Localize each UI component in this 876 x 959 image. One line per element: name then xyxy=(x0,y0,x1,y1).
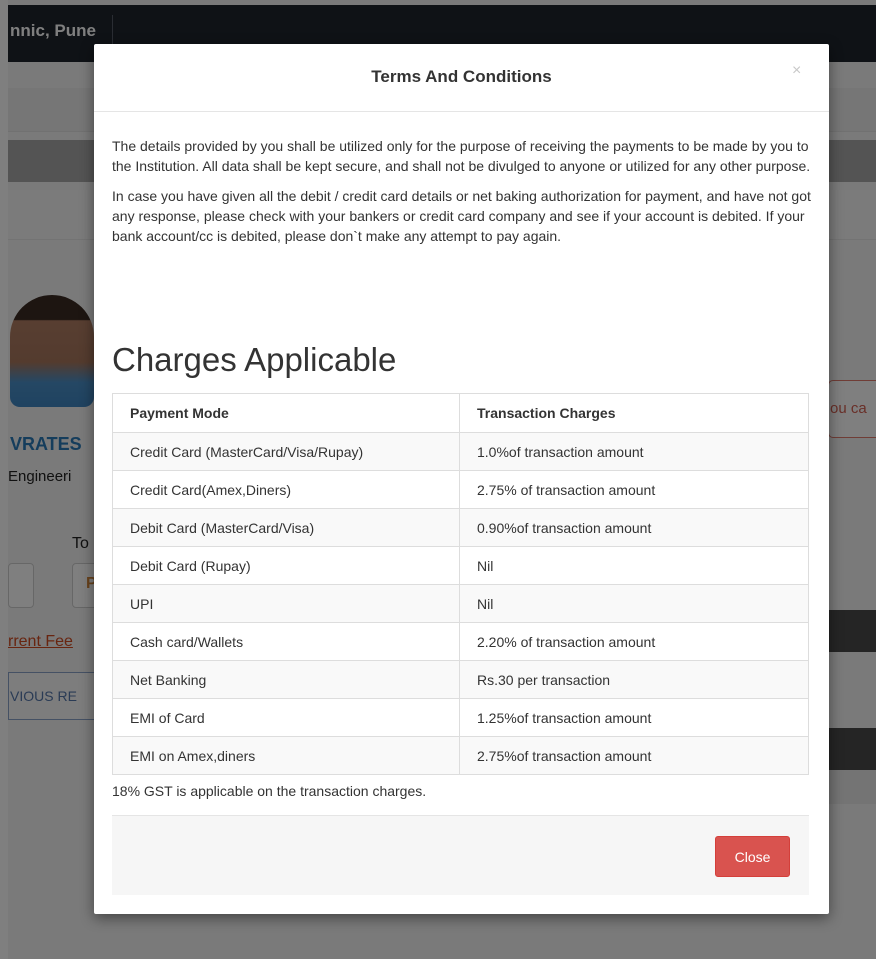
transaction-charge-cell: 2.75% of transaction amount xyxy=(459,470,809,509)
table-row: UPI Nil xyxy=(112,584,809,623)
payment-mode-cell: EMI of Card xyxy=(112,698,460,737)
charges-table: Payment Mode Transaction Charges Credit … xyxy=(112,393,809,775)
charges-heading: Charges Applicable xyxy=(112,341,397,378)
gst-note: 18% GST is applicable on the transaction… xyxy=(112,783,427,799)
transaction-charge-cell: 1.25%of transaction amount xyxy=(459,698,809,737)
payment-mode-cell: Net Banking xyxy=(112,660,460,699)
terms-modal: Terms And Conditions × The details provi… xyxy=(94,44,829,914)
column-header-payment-mode: Payment Mode xyxy=(112,393,460,433)
table-row: Debit Card (MasterCard/Visa) 0.90%of tra… xyxy=(112,508,809,547)
table-row: Credit Card (MasterCard/Visa/Rupay) 1.0%… xyxy=(112,432,809,471)
payment-mode-cell: UPI xyxy=(112,584,460,623)
close-button[interactable]: Close xyxy=(715,836,790,877)
table-header-row: Payment Mode Transaction Charges xyxy=(112,393,809,433)
payment-mode-cell: Debit Card (Rupay) xyxy=(112,546,460,585)
payment-mode-cell: Credit Card(Amex,Diners) xyxy=(112,470,460,509)
table-row: Net Banking Rs.30 per transaction xyxy=(112,660,809,699)
modal-header: Terms And Conditions × xyxy=(94,44,829,112)
close-icon[interactable]: × xyxy=(792,63,801,79)
table-row: Credit Card(Amex,Diners) 2.75% of transa… xyxy=(112,470,809,509)
transaction-charge-cell: 2.75%of transaction amount xyxy=(459,736,809,775)
transaction-charge-cell: Nil xyxy=(459,546,809,585)
payment-mode-cell: Cash card/Wallets xyxy=(112,622,460,661)
terms-paragraph: The details provided by you shall be uti… xyxy=(112,138,811,174)
modal-title: Terms And Conditions xyxy=(371,67,552,86)
transaction-charge-cell: Rs.30 per transaction xyxy=(459,660,809,699)
column-header-transaction-charges: Transaction Charges xyxy=(459,393,809,433)
table-row: EMI of Card 1.25%of transaction amount xyxy=(112,698,809,737)
terms-paragraph: In case you have given all the debit / c… xyxy=(112,188,811,244)
payment-mode-cell: Debit Card (MasterCard/Visa) xyxy=(112,508,460,547)
table-row: Debit Card (Rupay) Nil xyxy=(112,546,809,585)
table-row: EMI on Amex,diners 2.75%of transaction a… xyxy=(112,736,809,775)
table-row: Cash card/Wallets 2.20% of transaction a… xyxy=(112,622,809,661)
payment-mode-cell: Credit Card (MasterCard/Visa/Rupay) xyxy=(112,432,460,471)
transaction-charge-cell: 2.20% of transaction amount xyxy=(459,622,809,661)
transaction-charge-cell: Nil xyxy=(459,584,809,623)
transaction-charge-cell: 1.0%of transaction amount xyxy=(459,432,809,471)
modal-body: The details provided by you shall be uti… xyxy=(112,136,812,256)
transaction-charge-cell: 0.90%of transaction amount xyxy=(459,508,809,547)
modal-footer: Close xyxy=(112,815,809,895)
payment-mode-cell: EMI on Amex,diners xyxy=(112,736,460,775)
